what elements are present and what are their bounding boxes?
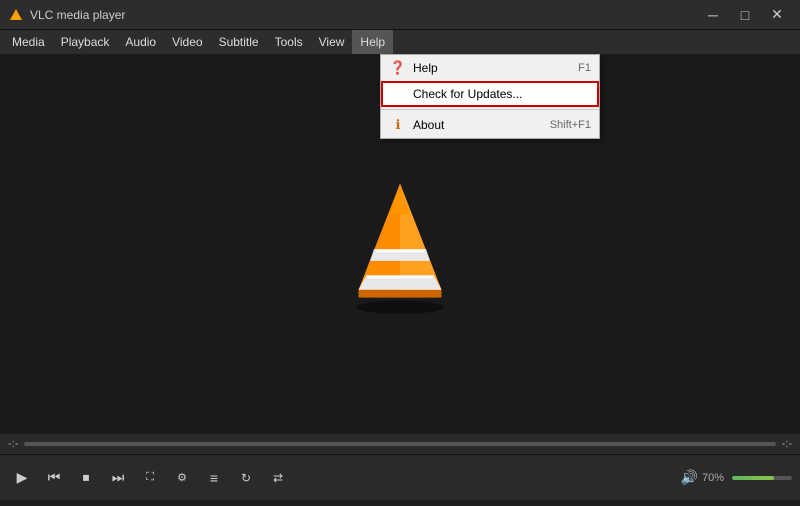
extended-settings-button[interactable]: ⚙ xyxy=(168,464,196,492)
menu-playback[interactable]: Playback xyxy=(53,30,118,54)
help-menu-about[interactable]: ℹ About Shift+F1 xyxy=(381,112,599,138)
controls-bar: ▶ ⏮ ⏹ ⏭ ⛶ ⚙ ≡ ↻ ⇄ 🔊 70% xyxy=(0,454,800,500)
menu-help[interactable]: Help xyxy=(352,30,393,54)
seek-bar-area: -:- -:- xyxy=(0,434,800,454)
about-shortcut: Shift+F1 xyxy=(550,119,591,131)
close-button[interactable]: ✕ xyxy=(762,5,792,25)
app-icon xyxy=(8,7,24,23)
title-bar: VLC media player ─ □ ✕ xyxy=(0,0,800,30)
current-time: -:- xyxy=(8,438,18,450)
menu-separator xyxy=(381,109,599,110)
minimize-button[interactable]: ─ xyxy=(698,5,728,25)
volume-bar-fill xyxy=(732,476,774,480)
help-menu-help-label: Help xyxy=(413,61,558,75)
help-shortcut: F1 xyxy=(578,62,591,74)
menu-view[interactable]: View xyxy=(311,30,353,54)
help-dropdown-menu: ❓ Help F1 Check for Updates... ℹ About S… xyxy=(380,54,600,139)
menu-media[interactable]: Media xyxy=(4,30,53,54)
volume-label: 70% xyxy=(702,472,724,484)
playlist-button[interactable]: ≡ xyxy=(200,464,228,492)
volume-icon: 🔊 xyxy=(681,469,698,486)
vlc-cone-logo xyxy=(335,174,465,314)
seek-bar[interactable] xyxy=(24,442,775,446)
skip-back-button[interactable]: ⏮ xyxy=(40,464,68,492)
help-question-icon: ❓ xyxy=(389,59,407,77)
help-menu-check-updates[interactable]: Check for Updates... xyxy=(381,81,599,107)
menu-video[interactable]: Video xyxy=(164,30,210,54)
about-icon: ℹ xyxy=(389,116,407,134)
menu-bar: Media Playback Audio Video Subtitle Tool… xyxy=(0,30,800,54)
menu-audio[interactable]: Audio xyxy=(117,30,164,54)
maximize-button[interactable]: □ xyxy=(730,5,760,25)
about-label: About xyxy=(413,118,530,132)
title-bar-label: VLC media player xyxy=(30,8,698,22)
check-updates-label: Check for Updates... xyxy=(413,87,571,101)
fullscreen-button[interactable]: ⛶ xyxy=(136,464,164,492)
check-updates-icon xyxy=(389,85,407,103)
loop-button[interactable]: ↻ xyxy=(232,464,260,492)
window-controls: ─ □ ✕ xyxy=(698,5,792,25)
play-button[interactable]: ▶ xyxy=(8,464,36,492)
volume-area: 🔊 70% xyxy=(681,469,792,486)
total-time: -:- xyxy=(782,438,792,450)
random-button[interactable]: ⇄ xyxy=(264,464,292,492)
volume-slider[interactable] xyxy=(732,471,792,485)
volume-bar-background xyxy=(732,476,792,480)
menu-tools[interactable]: Tools xyxy=(267,30,311,54)
help-menu-help[interactable]: ❓ Help F1 xyxy=(381,55,599,81)
skip-forward-button[interactable]: ⏭ xyxy=(104,464,132,492)
stop-button[interactable]: ⏹ xyxy=(72,464,100,492)
menu-subtitle[interactable]: Subtitle xyxy=(211,30,267,54)
